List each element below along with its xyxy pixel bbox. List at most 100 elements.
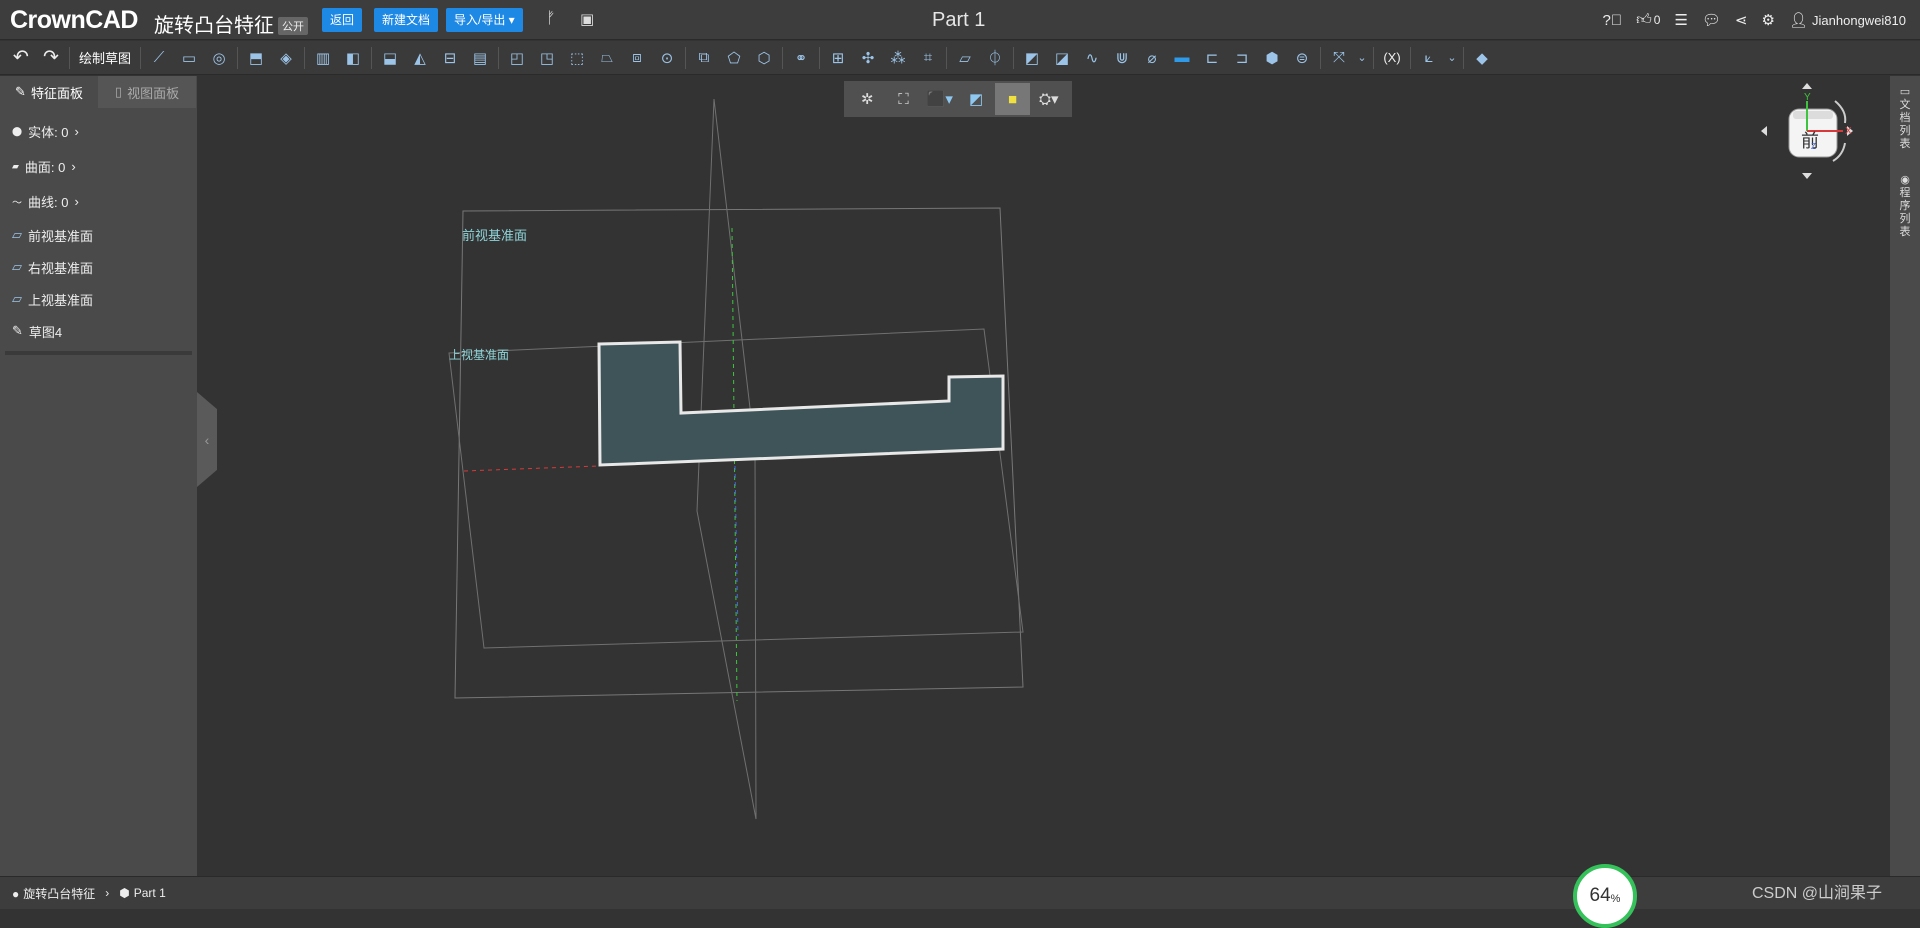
render-icon[interactable]: ◆ xyxy=(1467,44,1497,72)
program-list-tab[interactable]: ◉ 程序列表 xyxy=(1898,174,1912,239)
breadcrumb-doc[interactable]: ● 旋转凸台特征 xyxy=(12,885,95,902)
split-icon[interactable]: ⬠ xyxy=(719,44,749,72)
part-icon: ⬢ xyxy=(119,886,130,900)
cut-revolve-icon[interactable]: ◭ xyxy=(405,44,435,72)
combine-icon[interactable]: ⧉ xyxy=(689,44,719,72)
branch-icon[interactable]: ᚠ xyxy=(546,10,556,28)
tree-item-front-plane[interactable]: ▱ 前视基准面 xyxy=(0,219,197,251)
arrow-up-icon[interactable] xyxy=(1802,83,1812,89)
solids-folder[interactable]: ⬤ 实体: 0 › xyxy=(0,114,197,149)
y-axis-line xyxy=(731,227,738,702)
like-button[interactable]: 👍︎ 0 xyxy=(1636,11,1660,29)
storage-icon[interactable]: ☰ xyxy=(1674,11,1687,29)
curves-folder[interactable]: 〜曲线: 0 › xyxy=(0,184,197,219)
new-document-button[interactable]: 新建文档 xyxy=(374,8,439,32)
axis-z-label: Z xyxy=(1811,142,1816,151)
rectangle-tool-icon[interactable]: ▭ xyxy=(174,44,204,72)
extend-icon[interactable]: ⊐ xyxy=(1227,44,1257,72)
tree-item-label: 草图4 xyxy=(28,324,63,340)
surfaces-count: 曲面: 0 xyxy=(24,160,66,175)
username: Jianhongwei810 xyxy=(1812,12,1906,28)
cut-loft-icon[interactable]: ▤ xyxy=(465,44,495,72)
sketch-button[interactable]: 绘制草图 xyxy=(73,48,137,67)
sweep-icon[interactable]: ▥ xyxy=(308,44,338,72)
tab-features-label: 特征面板 xyxy=(30,85,83,101)
help-icon[interactable]: ?⃝ xyxy=(1602,12,1622,29)
mirror-icon[interactable]: ⚭ xyxy=(786,44,816,72)
view-orientation-icon[interactable]: ⬛▾ xyxy=(923,83,957,115)
draft-icon[interactable]: ⏢ xyxy=(592,44,622,72)
surfaces-folder[interactable]: ▰ 曲面: 0 › xyxy=(0,149,197,184)
solid-icon: ⬤ xyxy=(12,126,23,136)
user-menu[interactable]: 👤︎ Jianhongwei810 xyxy=(1789,11,1906,29)
thicken-icon[interactable]: ⬢ xyxy=(1257,44,1287,72)
line-tool-icon[interactable]: ⟋ xyxy=(144,44,174,72)
divider xyxy=(237,46,239,69)
circular-pattern-icon[interactable]: ✣ xyxy=(853,44,883,72)
back-button[interactable]: 返回 xyxy=(322,8,363,32)
rib-icon[interactable]: ⧈ xyxy=(622,44,652,72)
surface-fill-icon[interactable]: ⌀ xyxy=(1137,44,1167,72)
linear-pattern-icon[interactable]: ⊞ xyxy=(823,44,853,72)
redo-icon[interactable]: ↷ xyxy=(36,44,66,72)
shaded-display-icon[interactable]: ■ xyxy=(995,83,1030,115)
axis-icon[interactable]: ⏀ xyxy=(980,44,1010,72)
trim-icon[interactable]: ⊏ xyxy=(1197,44,1227,72)
move-body-icon[interactable]: ⬡ xyxy=(749,44,779,72)
surface-loft-icon[interactable]: ⋓ xyxy=(1107,44,1137,72)
document-list-tab[interactable]: ▭ 文档列表 xyxy=(1898,86,1912,151)
chamfer-icon[interactable]: ◳ xyxy=(532,44,562,72)
section-view-icon[interactable]: ⛭▾ xyxy=(1032,83,1066,115)
app-logo: CrownCAD xyxy=(10,6,138,34)
hole-icon[interactable]: ⊙ xyxy=(652,44,682,72)
view-cube[interactable]: Y X 前 Z xyxy=(1757,81,1857,211)
fillet-icon[interactable]: ◰ xyxy=(502,44,532,72)
import-export-button[interactable]: 导入/导出 ▾ xyxy=(446,8,523,32)
tree-item-right-plane[interactable]: ▱ 右视基准面 xyxy=(0,251,197,283)
sketch-profile[interactable] xyxy=(597,340,1005,467)
normal-to-icon[interactable]: ◩ xyxy=(959,83,993,115)
reference-geometry-icon[interactable]: ⤧ xyxy=(1324,44,1354,72)
tree-item-sketch[interactable]: ✎ 草图4 xyxy=(0,315,197,347)
extrude-boss-icon[interactable]: ⬒ xyxy=(241,44,271,72)
curve-pattern-icon[interactable]: ⁂ xyxy=(883,44,913,72)
revolve-boss-icon[interactable]: ◈ xyxy=(271,44,301,72)
shell-icon[interactable]: ⬚ xyxy=(562,44,592,72)
circle-tool-icon[interactable]: ◎ xyxy=(204,44,234,72)
visibility-badge: 公开 xyxy=(278,17,308,35)
zoom-fit-icon[interactable]: ⛶ xyxy=(886,83,920,115)
save-icon[interactable]: ▣ xyxy=(580,10,594,28)
comment-icon[interactable]: 💬︎ xyxy=(1702,11,1721,29)
tab-features[interactable]: ✎ 特征面板 xyxy=(0,76,98,108)
3d-viewport[interactable]: 前视基准面 上视基准面 ✲ ⛶ ⬛▾ ◩ ■ ⛭▾ Y X 前 Z xyxy=(197,76,1890,876)
surface-extrude-icon[interactable]: ◩ xyxy=(1017,44,1047,72)
divider xyxy=(304,46,306,69)
face-icon[interactable]: ▬ xyxy=(1167,44,1197,72)
surface-sweep-icon[interactable]: ∿ xyxy=(1077,44,1107,72)
tree-item-top-plane[interactable]: ▱ 上视基准面 xyxy=(0,283,197,315)
chevron-down-icon[interactable]: ⌄ xyxy=(1354,44,1370,72)
surface-revolve-icon[interactable]: ◪ xyxy=(1047,44,1077,72)
loft-icon[interactable]: ◧ xyxy=(338,44,368,72)
share-icon[interactable]: ⋖ xyxy=(1735,11,1748,29)
arrow-down-icon[interactable] xyxy=(1802,173,1812,179)
variables-icon[interactable]: (X) xyxy=(1377,44,1407,72)
top-plane-label: 上视基准面 xyxy=(449,347,509,362)
cut-sweep-icon[interactable]: ⊟ xyxy=(435,44,465,72)
chevron-down-icon[interactable]: ⌄ xyxy=(1444,44,1460,72)
view-settings-icon[interactable]: ✲ xyxy=(850,83,884,115)
undo-icon[interactable]: ↶ xyxy=(6,44,36,72)
offset-surface-icon[interactable]: ⊜ xyxy=(1287,44,1317,72)
tree-divider xyxy=(5,351,192,355)
table-pattern-icon[interactable]: ⌗ xyxy=(913,44,943,72)
cut-extrude-icon[interactable]: ⬓ xyxy=(375,44,405,72)
breadcrumb-part[interactable]: ⬢ Part 1 xyxy=(119,886,166,900)
tab-views[interactable]: ▯ 视图面板 xyxy=(98,76,196,108)
settings-gear-icon[interactable]: ⚙ xyxy=(1762,11,1775,29)
tab-views-label: 视图面板 xyxy=(127,85,180,101)
measure-icon[interactable]: ⟀ xyxy=(1414,44,1444,72)
view-toolbar: ✲ ⛶ ⬛▾ ◩ ■ ⛭▾ xyxy=(844,81,1072,117)
progress-indicator: 64% xyxy=(1573,864,1637,928)
plane-icon[interactable]: ▱ xyxy=(950,44,980,72)
arrow-left-icon[interactable] xyxy=(1761,126,1767,136)
